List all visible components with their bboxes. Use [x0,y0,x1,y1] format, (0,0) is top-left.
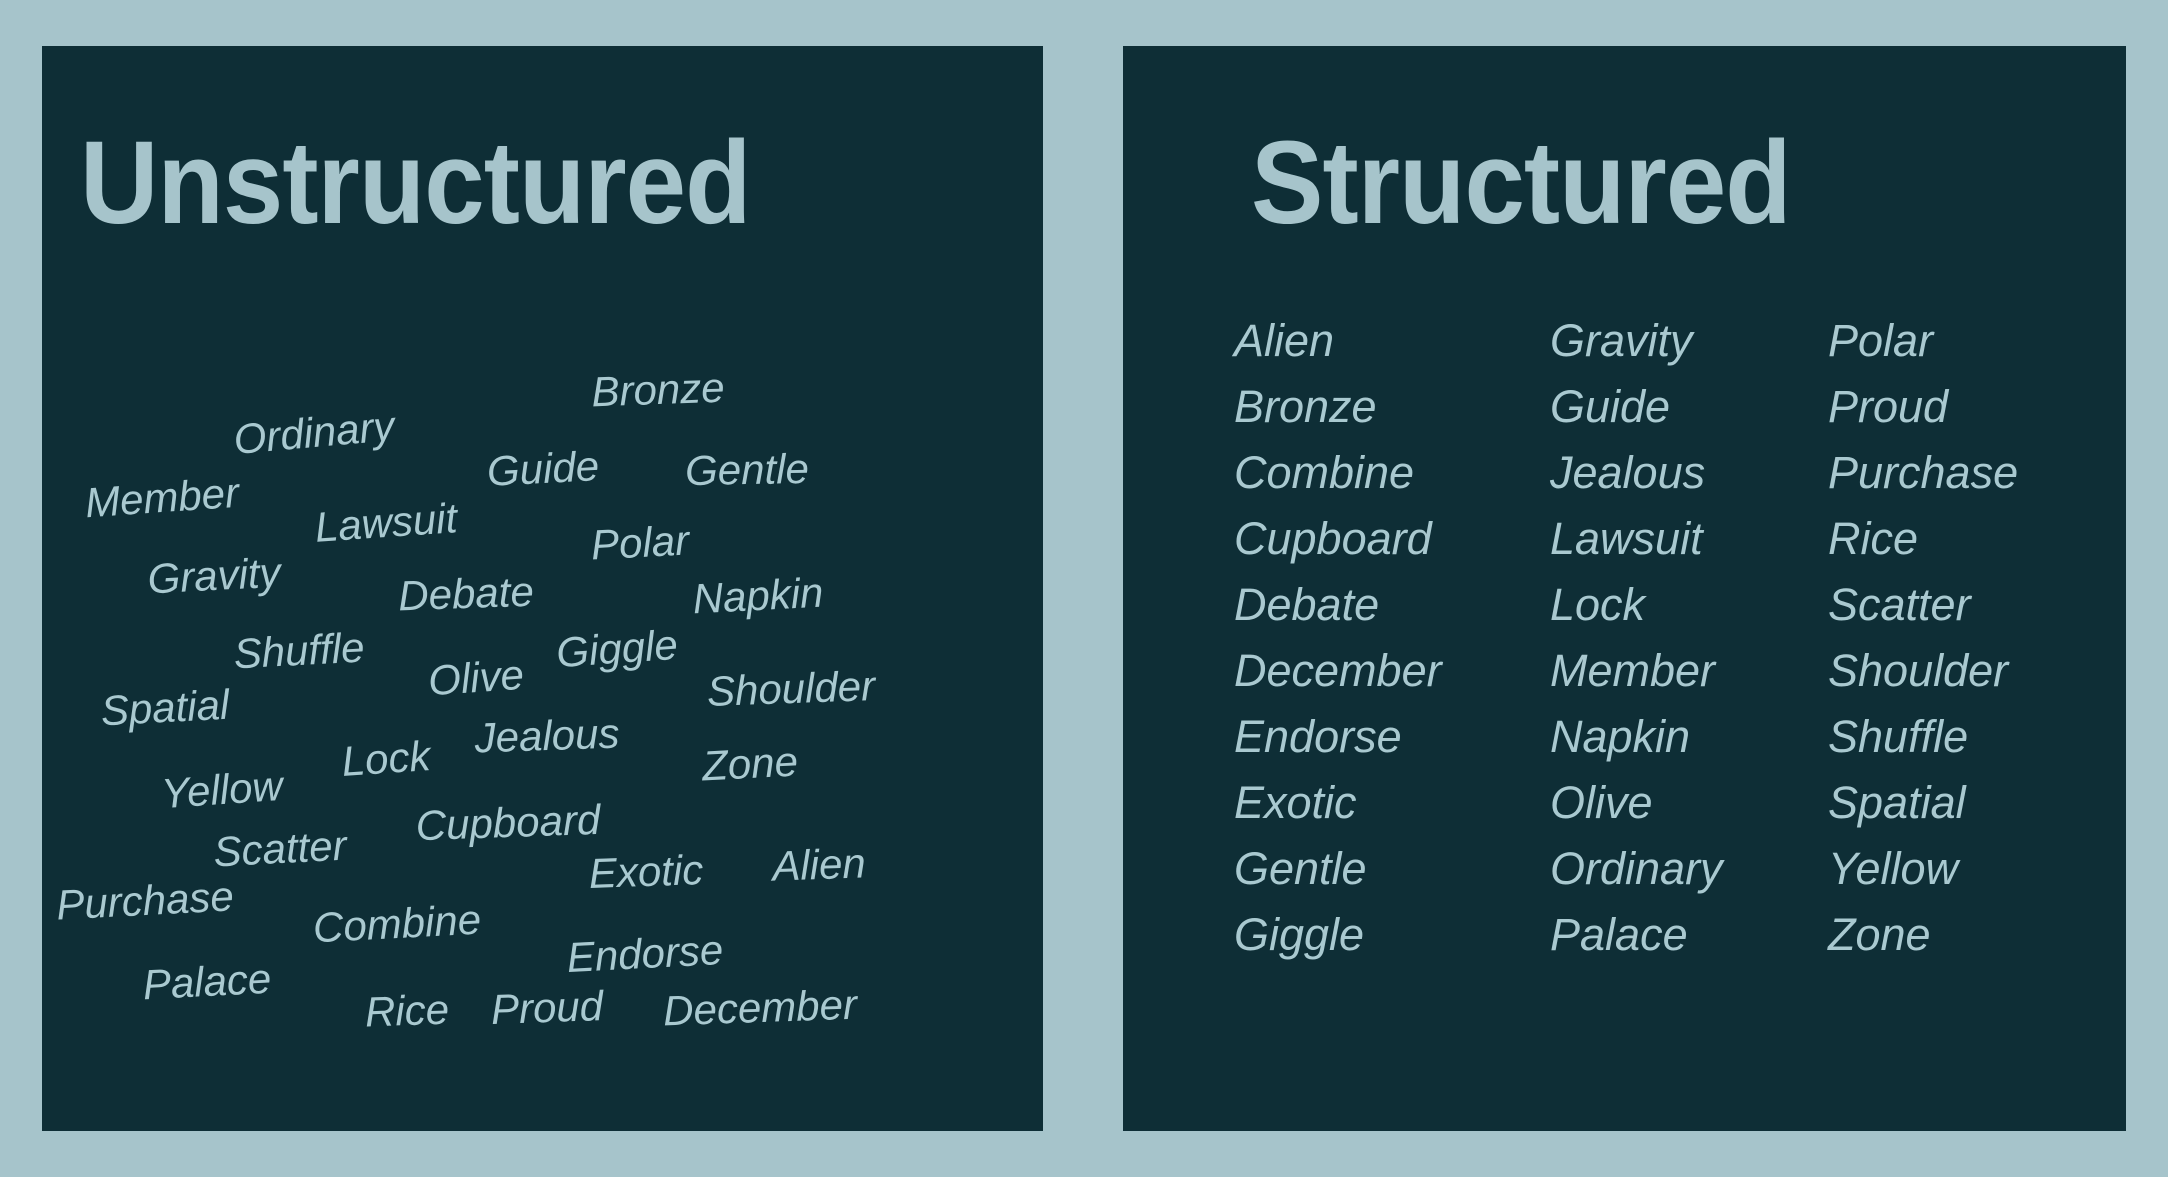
cloud-word: Exotic [588,846,704,897]
structured-word: Polar [1828,315,1934,366]
cloud-word: Purchase [55,872,235,929]
cloud-word: Endorse [565,925,725,982]
structured-word: Palace [1550,909,1688,960]
cloud-word: Spatial [99,680,231,735]
cloud-word: Member [83,468,241,527]
structured-word: Gentle [1234,843,1367,894]
cloud-word: Bronze [590,363,726,416]
cloud-word: Zone [700,737,800,790]
structured-word: Gravity [1550,315,1693,366]
structured-column-2: Polar Proud Purchase Rice Scatter Shoulder Shu… [1828,308,2094,968]
unstructured-panel: Unstructured Bronze Ordinary Guide Gentle Me… [42,46,1043,1131]
structured-word: Proud [1828,381,1949,432]
comparison-figure: Unstructured Bronze Ordinary Guide Gentle Me… [0,0,2168,1177]
structured-word: Rice [1828,513,1919,564]
cloud-word: Shuffle [232,623,366,678]
word-cloud: Bronze Ordinary Guide Gentle Member Lawsuit Po… [42,46,1043,1131]
structured-column-1: Gravity Guide Jealous Lawsuit Lock Member Napk… [1550,308,1828,968]
structured-word: Cupboard [1234,513,1432,564]
structured-word: Debate [1234,579,1380,630]
cloud-word: Giggle [554,620,680,677]
cloud-word: Combine [311,895,483,952]
structured-word-columns: Alien Bronze Combine Cupboard Debate December… [1234,308,2094,968]
cloud-word: Napkin [691,568,825,623]
cloud-word: Shoulder [706,662,876,715]
cloud-word: Olive [426,650,526,705]
structured-word: Yellow [1828,843,1959,894]
structured-word: Member [1550,645,1716,696]
cloud-word: Alien [771,839,867,890]
cloud-word: Palace [141,954,273,1009]
cloud-word: December [662,980,858,1035]
cloud-word: Gentle [684,444,810,495]
structured-word: Zone [1828,909,1931,960]
cloud-word: Polar [589,516,691,569]
structured-word: Combine [1234,447,1415,498]
cloud-word: Jealous [473,709,621,762]
structured-word: Lock [1550,579,1646,630]
structured-word: Spatial [1828,777,1966,828]
cloud-word: Lawsuit [313,494,459,551]
structured-word: Alien [1234,315,1335,366]
structured-word: Lawsuit [1550,513,1703,564]
cloud-word: Rice [364,985,450,1036]
structured-word: Endorse [1234,711,1402,762]
structured-panel: Structured Alien Bronze Combine Cupboard Deb… [1123,46,2126,1131]
cloud-word: Guide [485,442,601,495]
structured-word: Bronze [1234,381,1377,432]
cloud-word: Gravity [146,548,282,603]
cloud-word: Proud [490,982,604,1033]
structured-word: Napkin [1550,711,1691,762]
structured-word: Giggle [1234,909,1365,960]
structured-panel-title: Structured [1251,117,1792,249]
structured-word: Ordinary [1550,843,1723,894]
structured-word: Jealous [1550,447,1706,498]
structured-word: Purchase [1828,447,2019,498]
structured-word: December [1234,645,1442,696]
cloud-word: Cupboard [414,795,601,850]
structured-column-0: Alien Bronze Combine Cupboard Debate December… [1234,308,1550,968]
structured-word: Shuffle [1828,711,1969,762]
structured-word: Scatter [1828,579,1971,630]
structured-word: Shoulder [1828,645,2009,696]
cloud-word: Yellow [159,761,285,818]
structured-word: Guide [1550,381,1671,432]
cloud-word: Ordinary [231,402,397,463]
cloud-word: Debate [397,567,535,620]
structured-word: Exotic [1234,777,1357,828]
structured-word: Olive [1550,777,1653,828]
cloud-word: Scatter [212,821,348,876]
cloud-word: Lock [340,731,432,786]
